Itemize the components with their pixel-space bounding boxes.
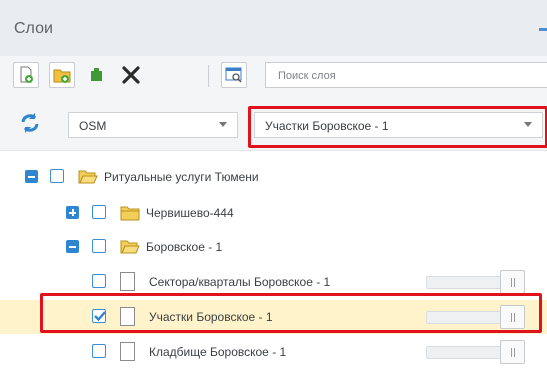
chevron-down-icon [219, 122, 227, 127]
tree-node-group[interactable]: Червишево-444 [0, 196, 547, 230]
basemap-select[interactable]: OSM [68, 112, 238, 138]
layer-label: Сектора/кварталы Боровское - 1 [149, 275, 331, 289]
node-checkbox[interactable] [50, 169, 64, 183]
tree-node-root[interactable]: Ритуальные услуги Тюмени [0, 160, 547, 194]
node-label: Ритуальные услуги Тюмени [104, 170, 259, 184]
folder-icon [120, 205, 140, 224]
delete-button[interactable] [118, 62, 144, 88]
layer-search-input[interactable] [276, 64, 540, 88]
collapse-icon[interactable] [539, 28, 547, 31]
node-label: Червишево-444 [146, 206, 234, 220]
opacity-slider-handle[interactable] [500, 340, 525, 364]
layer-checkbox[interactable] [92, 344, 106, 358]
layers-panel-header: Слои [0, 0, 547, 56]
tree-node-group[interactable]: Боровское - 1 [0, 230, 547, 264]
toolbar-separator [208, 65, 209, 87]
layer-icon [120, 342, 135, 361]
opacity-slider-handle[interactable] [500, 270, 525, 294]
layer-label: Кладбище Боровское - 1 [149, 345, 287, 359]
basemap-select-value: OSM [79, 119, 107, 133]
folder-open-icon [120, 239, 140, 258]
expand-node-icon[interactable] [66, 206, 79, 219]
layer-search [265, 62, 547, 88]
tree-node-layer[interactable]: Кладбище Боровское - 1 [0, 335, 547, 369]
add-component-button[interactable] [85, 62, 111, 88]
refresh-icon[interactable] [18, 111, 42, 135]
node-checkbox[interactable] [92, 239, 106, 253]
add-folder-button[interactable] [49, 62, 75, 88]
layers-toolbar [0, 56, 547, 101]
collapse-node-icon[interactable] [66, 240, 79, 253]
layer-checkbox[interactable] [92, 274, 106, 288]
folder-open-icon [78, 169, 98, 188]
highlight-frame [248, 106, 547, 148]
node-checkbox[interactable] [92, 205, 106, 219]
highlight-frame [40, 293, 542, 333]
collapse-node-icon[interactable] [25, 170, 38, 183]
layer-properties-button[interactable] [221, 62, 247, 88]
layer-icon [120, 272, 135, 291]
add-layer-button[interactable] [13, 62, 39, 88]
panel-title: Слои [14, 20, 53, 37]
node-label: Боровское - 1 [146, 240, 223, 254]
